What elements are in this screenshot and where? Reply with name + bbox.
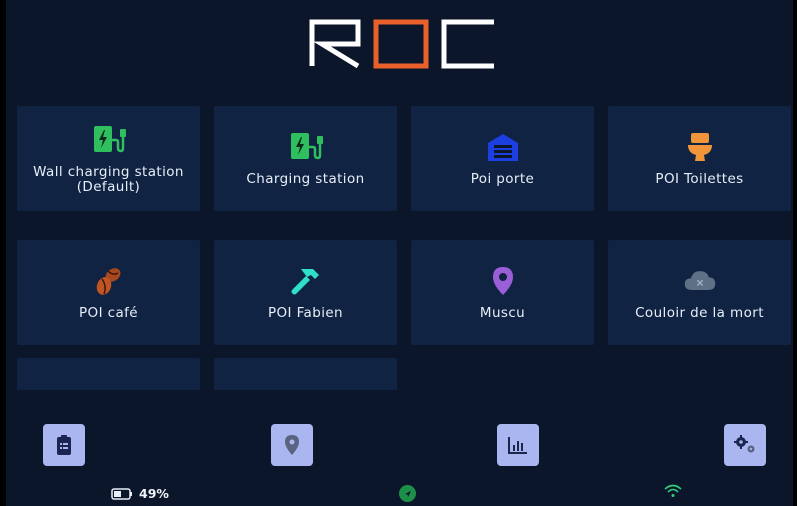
battery-icon xyxy=(111,487,132,500)
poi-grid[interactable]: Wall charging station (Default) Charging… xyxy=(17,106,793,390)
coffee-beans-icon xyxy=(92,264,126,298)
nav-missions-button[interactable] xyxy=(43,424,85,466)
battery-percent: 49% xyxy=(139,486,169,501)
tile-poi-porte[interactable]: Poi porte xyxy=(411,106,594,211)
tile-couloir-de-la-mort[interactable]: Couloir de la mort xyxy=(608,240,791,345)
location-pin-icon xyxy=(285,435,299,455)
ev-charger-icon xyxy=(289,130,323,164)
toilet-icon xyxy=(683,130,717,164)
nav-statistics-button[interactable] xyxy=(497,424,539,466)
screen-bezel-right xyxy=(793,0,797,506)
bar-chart-icon xyxy=(508,437,527,454)
wifi-icon xyxy=(664,484,682,497)
tile-charging-station[interactable]: Charging station xyxy=(214,106,397,211)
tile-wall-charging-station[interactable]: Wall charging station (Default) xyxy=(17,106,200,211)
tile-label: Wall charging station (Default) xyxy=(33,163,184,195)
app-screen: Wall charging station (Default) Charging… xyxy=(0,0,797,506)
tile-partial-2[interactable] xyxy=(214,358,397,390)
tile-label: Muscu xyxy=(479,305,526,321)
tile-label: Charging station xyxy=(246,171,365,187)
tile-partial-1[interactable] xyxy=(17,358,200,390)
ev-charger-icon xyxy=(92,123,126,157)
battery-indicator: 49% xyxy=(111,486,169,501)
cloud-x-icon xyxy=(683,264,717,298)
settings-gears-icon xyxy=(734,435,755,453)
tile-label: POI café xyxy=(79,305,138,321)
tile-label: Poi porte xyxy=(470,171,535,187)
tile-label: POI Fabien xyxy=(267,305,344,321)
roc-logo xyxy=(309,19,494,69)
tile-poi-cafe[interactable]: POI café xyxy=(17,240,200,345)
clipboard-icon xyxy=(57,435,71,455)
compass-icon xyxy=(399,485,416,502)
partial-tile-icon xyxy=(92,379,126,391)
screen-bezel-left xyxy=(0,0,6,506)
nav-settings-button[interactable] xyxy=(724,424,766,466)
tile-label: POI Toilettes xyxy=(655,171,744,187)
map-pin-icon xyxy=(486,264,520,298)
tile-label: Couloir de la mort xyxy=(635,305,764,321)
tile-poi-fabien[interactable]: POI Fabien xyxy=(214,240,397,345)
status-bar: 49% xyxy=(0,478,797,506)
garage-door-icon xyxy=(486,130,520,164)
nav-location-button[interactable] xyxy=(271,424,313,466)
tile-poi-toilettes[interactable]: POI Toilettes xyxy=(608,106,791,211)
hammer-icon xyxy=(289,264,323,298)
tile-muscu[interactable]: Muscu xyxy=(411,240,594,345)
partial-tile-icon xyxy=(289,379,323,391)
